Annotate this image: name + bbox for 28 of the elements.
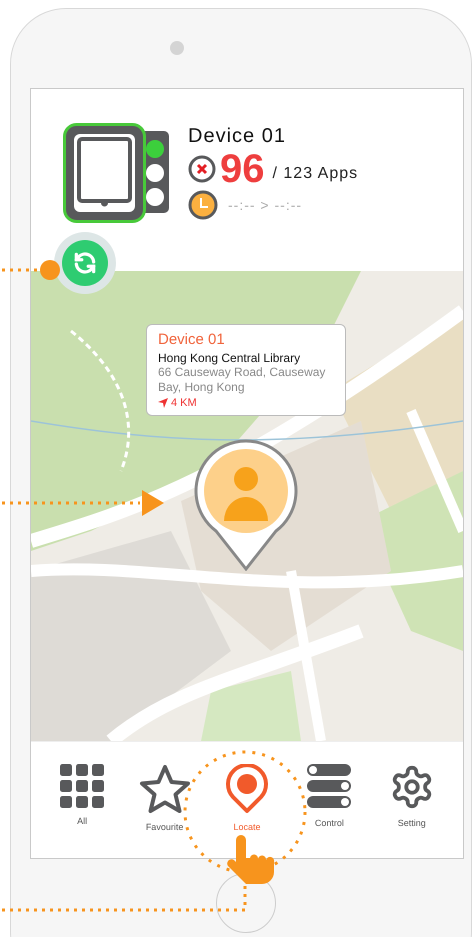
tab-item[interactable]: Favourite	[130, 764, 200, 858]
device-name: Device 01	[188, 125, 287, 148]
hand-pointer-icon	[227, 835, 274, 884]
person-map-marker[interactable]	[194, 439, 298, 571]
refresh-button[interactable]	[62, 240, 108, 286]
tab-item[interactable]: Setting	[376, 764, 447, 858]
camera-dot	[170, 41, 184, 55]
distance: 4 KM	[171, 397, 197, 409]
refresh-icon	[72, 250, 98, 276]
place-address: 66 Causeway Road, Causeway Bay, Hong Kong	[158, 365, 326, 395]
blocked-icon	[188, 155, 216, 183]
guide-dot	[40, 260, 60, 280]
star-icon	[138, 764, 191, 814]
place-name: Hong Kong Central Library	[158, 351, 302, 365]
toggles-icon	[307, 764, 352, 810]
grid-icon	[60, 764, 104, 808]
callout-title: Device 01	[158, 331, 226, 348]
location-pin-icon	[224, 764, 269, 814]
pointer-triangle-icon	[142, 490, 164, 516]
dotted-guide-line	[2, 268, 38, 272]
clock-icon	[188, 190, 218, 220]
navigation-arrow-icon	[158, 398, 168, 408]
schedule-time: --:-- > --:--	[228, 197, 302, 213]
blocked-count: 96	[220, 148, 264, 190]
tab-item[interactable]: All	[47, 764, 118, 858]
apps-total: / 123 Apps	[272, 165, 358, 183]
tablet-status-icon	[63, 123, 171, 223]
tab-item[interactable]: Control	[294, 764, 364, 858]
